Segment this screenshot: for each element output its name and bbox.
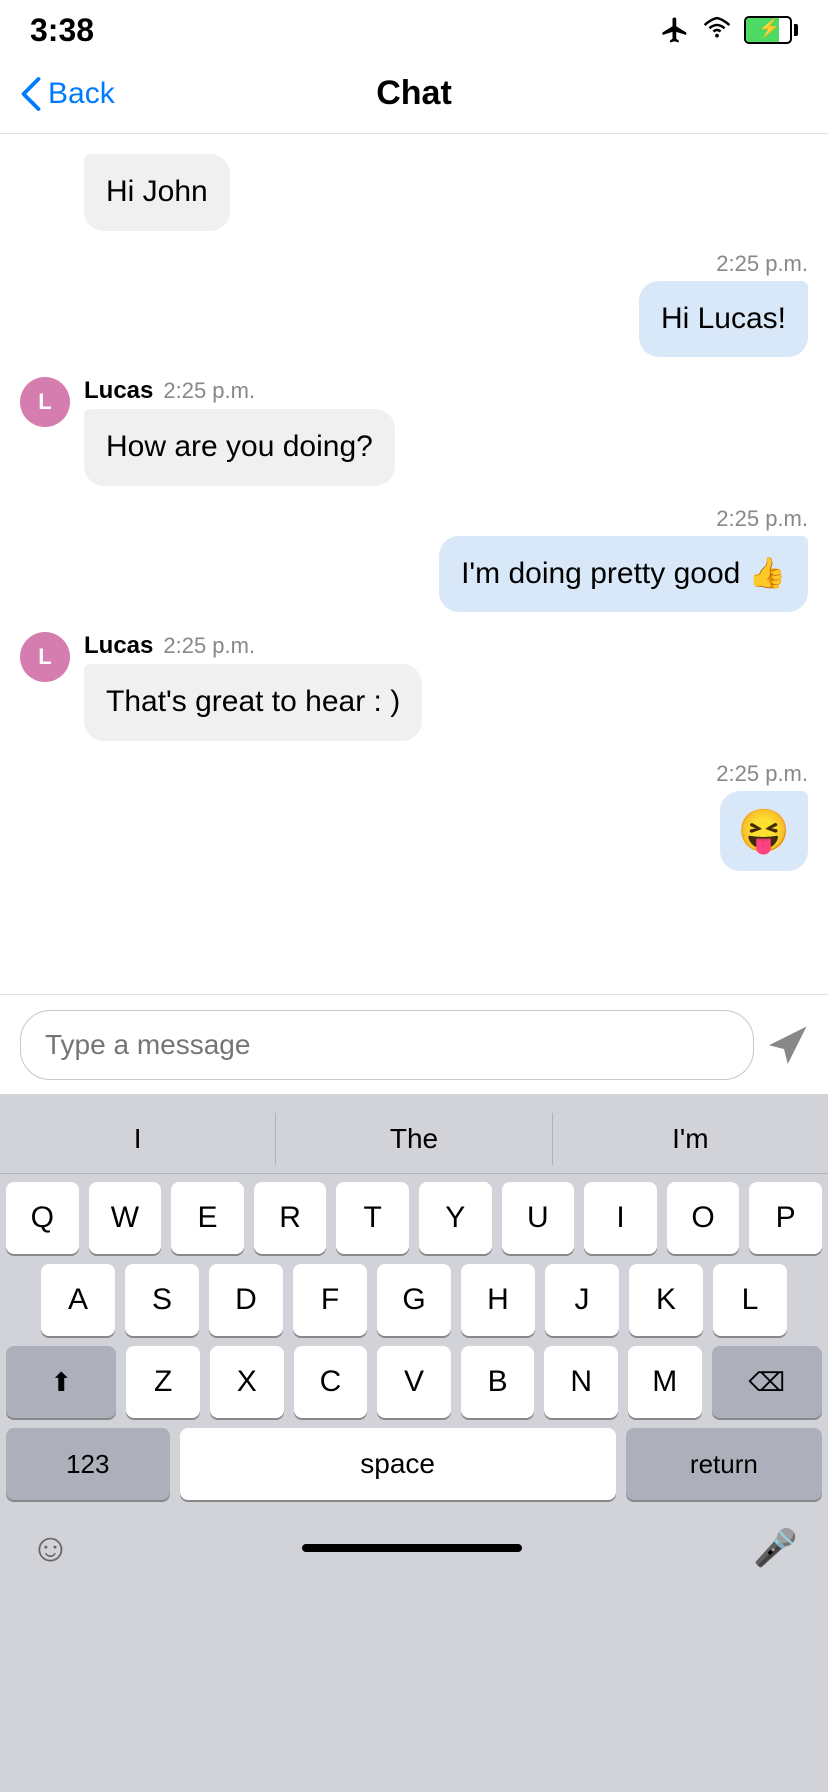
message-row: 2:25 p.m. I'm doing pretty good 👍 (20, 506, 808, 613)
sender-name: Lucas (84, 632, 153, 660)
avatar: L (20, 632, 70, 682)
key-t[interactable]: T (336, 1182, 409, 1254)
key-b[interactable]: B (461, 1346, 535, 1418)
backspace-key[interactable]: ⌫ (712, 1346, 822, 1418)
message-row: L Lucas 2:25 p.m. How are you doing? (20, 377, 808, 486)
message-time: 2:25 p.m. (716, 251, 808, 277)
key-f[interactable]: F (293, 1264, 367, 1336)
bubble-wrap: Hi John (84, 154, 230, 231)
key-z[interactable]: Z (126, 1346, 200, 1418)
bubble-meta: Lucas 2:25 p.m. (84, 377, 395, 405)
airplane-icon (660, 15, 690, 45)
bubble-wrap: 2:25 p.m. Hi Lucas! (639, 251, 808, 358)
avatar: L (20, 377, 70, 427)
nav-bar: Back Chat (0, 54, 828, 134)
key-x[interactable]: X (210, 1346, 284, 1418)
numbers-key[interactable]: 123 (6, 1428, 170, 1500)
send-icon (768, 1025, 808, 1065)
input-area (0, 994, 828, 1094)
key-u[interactable]: U (502, 1182, 575, 1254)
message-time: 2:25 p.m. (163, 633, 255, 659)
bubble-wrap: Lucas 2:25 p.m. That's great to hear : ) (84, 632, 422, 741)
sender-name: Lucas (84, 377, 153, 405)
message-row: L Lucas 2:25 p.m. That's great to hear :… (20, 632, 808, 741)
key-n[interactable]: N (544, 1346, 618, 1418)
send-button[interactable] (768, 1025, 808, 1065)
key-e[interactable]: E (171, 1182, 244, 1254)
key-q[interactable]: Q (6, 1182, 79, 1254)
message-bubble: That's great to hear : ) (84, 664, 422, 741)
key-m[interactable]: M (628, 1346, 702, 1418)
key-i[interactable]: I (584, 1182, 657, 1254)
key-row-4: 123 space return (6, 1428, 822, 1500)
key-r[interactable]: R (254, 1182, 327, 1254)
message-bubble: 😝 (720, 791, 808, 872)
key-w[interactable]: W (89, 1182, 162, 1254)
shift-key[interactable]: ⬆ (6, 1346, 116, 1418)
keyboard-bottom-bar: ☺ 🎤 (0, 1508, 828, 1588)
key-k[interactable]: K (629, 1264, 703, 1336)
status-time: 3:38 (30, 12, 94, 49)
status-icons: ⚡ (660, 15, 798, 45)
message-bubble: I'm doing pretty good 👍 (439, 536, 808, 613)
bubble-wrap: 2:25 p.m. I'm doing pretty good 👍 (439, 506, 808, 613)
emoji-icon[interactable]: ☺ (30, 1526, 71, 1571)
space-key[interactable]: space (180, 1428, 616, 1500)
message-text: Hi Lucas! (661, 302, 786, 335)
status-bar: 3:38 ⚡ (0, 0, 828, 54)
nav-title: Chat (376, 74, 452, 113)
key-h[interactable]: H (461, 1264, 535, 1336)
key-s[interactable]: S (125, 1264, 199, 1336)
message-text: 😝 (738, 807, 790, 854)
key-g[interactable]: G (377, 1264, 451, 1336)
message-time: 2:25 p.m. (716, 506, 808, 532)
message-bubble: Hi John (84, 154, 230, 231)
key-row-1: Q W E R T Y U I O P (6, 1182, 822, 1254)
message-text: Hi John (106, 175, 208, 208)
message-text: That's great to hear : ) (106, 685, 400, 718)
key-row-3: ⬆ Z X C V B N M ⌫ (6, 1346, 822, 1418)
autocomplete-item[interactable]: I'm (553, 1113, 828, 1165)
message-row: Hi John (20, 154, 808, 231)
back-chevron-icon (20, 76, 42, 112)
message-time: 2:25 p.m. (163, 378, 255, 404)
bubble-wrap: 2:25 p.m. 😝 (716, 761, 808, 872)
back-button[interactable]: Back (20, 76, 115, 112)
message-bubble: How are you doing? (84, 409, 395, 486)
bubble-meta: Lucas 2:25 p.m. (84, 632, 422, 660)
key-a[interactable]: A (41, 1264, 115, 1336)
bottom-bar-icons: ☺ 🎤 (30, 1526, 798, 1571)
autocomplete-bar: I The I'm (0, 1104, 828, 1174)
back-label: Back (48, 77, 115, 111)
message-text: How are you doing? (106, 430, 373, 463)
key-row-2: A S D F G H J K L (6, 1264, 822, 1336)
key-d[interactable]: D (209, 1264, 283, 1336)
message-time: 2:25 p.m. (716, 761, 808, 787)
message-row: 2:25 p.m. 😝 (20, 761, 808, 872)
message-bubble: Hi Lucas! (639, 281, 808, 358)
home-indicator (302, 1544, 522, 1552)
mic-icon[interactable]: 🎤 (753, 1527, 798, 1569)
message-text: I'm doing pretty good 👍 (461, 557, 786, 590)
autocomplete-item[interactable]: The (276, 1113, 552, 1165)
return-key[interactable]: return (626, 1428, 822, 1500)
key-v[interactable]: V (377, 1346, 451, 1418)
key-c[interactable]: C (294, 1346, 368, 1418)
key-y[interactable]: Y (419, 1182, 492, 1254)
bubble-wrap: Lucas 2:25 p.m. How are you doing? (84, 377, 395, 486)
chat-area: Hi John 2:25 p.m. Hi Lucas! L Lucas 2:25… (0, 134, 828, 994)
key-o[interactable]: O (667, 1182, 740, 1254)
key-p[interactable]: P (749, 1182, 822, 1254)
key-l[interactable]: L (713, 1264, 787, 1336)
keyboard: I The I'm Q W E R T Y U I O P A S D F G … (0, 1094, 828, 1792)
key-j[interactable]: J (545, 1264, 619, 1336)
battery-icon: ⚡ (744, 16, 798, 44)
autocomplete-item[interactable]: I (0, 1113, 276, 1165)
keys-area: Q W E R T Y U I O P A S D F G H J K L ⬆ … (0, 1174, 828, 1508)
message-input[interactable] (20, 1010, 754, 1080)
message-row: 2:25 p.m. Hi Lucas! (20, 251, 808, 358)
wifi-icon (700, 15, 734, 45)
